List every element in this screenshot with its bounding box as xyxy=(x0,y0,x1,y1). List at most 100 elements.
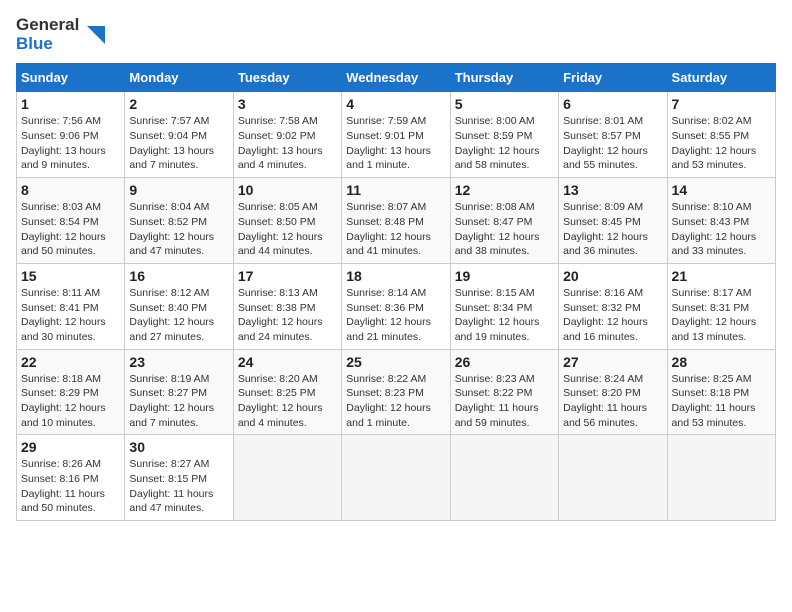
day-info: Sunrise: 8:17 AM Sunset: 8:31 PM Dayligh… xyxy=(672,286,771,345)
day-number: 10 xyxy=(238,182,337,198)
day-info: Sunrise: 8:20 AM Sunset: 8:25 PM Dayligh… xyxy=(238,372,337,431)
day-info: Sunrise: 8:23 AM Sunset: 8:22 PM Dayligh… xyxy=(455,372,554,431)
calendar-cell: 20Sunrise: 8:16 AM Sunset: 8:32 PM Dayli… xyxy=(559,263,667,349)
day-info: Sunrise: 8:11 AM Sunset: 8:41 PM Dayligh… xyxy=(21,286,120,345)
day-info: Sunrise: 7:59 AM Sunset: 9:01 PM Dayligh… xyxy=(346,114,445,173)
day-info: Sunrise: 8:05 AM Sunset: 8:50 PM Dayligh… xyxy=(238,200,337,259)
day-info: Sunrise: 8:14 AM Sunset: 8:36 PM Dayligh… xyxy=(346,286,445,345)
calendar-cell: 16 Sunrise: 8:12 AM Sunset: 8:40 PM Dayli… xyxy=(125,263,233,349)
calendar-day-header: Wednesday xyxy=(342,64,450,92)
calendar-day-header: Thursday xyxy=(450,64,558,92)
calendar-table: SundayMondayTuesdayWednesdayThursdayFrid… xyxy=(16,63,776,521)
day-info: Sunrise: 8:22 AM Sunset: 8:23 PM Dayligh… xyxy=(346,372,445,431)
calendar-cell: 1 Sunrise: 7:56 AM Sunset: 9:06 PM Daylig… xyxy=(17,92,125,178)
calendar-cell xyxy=(450,435,558,521)
calendar-cell: 13 Sunrise: 8:09 AM Sunset: 8:45 PM Dayli… xyxy=(559,178,667,264)
day-info: Sunrise: 8:12 AM Sunset: 8:40 PM Dayligh… xyxy=(129,286,228,345)
day-number: 15 xyxy=(21,268,120,284)
calendar-cell: 28Sunrise: 8:25 AM Sunset: 8:18 PM Dayli… xyxy=(667,349,775,435)
calendar-cell: 12 Sunrise: 8:08 AM Sunset: 8:47 PM Dayli… xyxy=(450,178,558,264)
calendar-cell: 2 Sunrise: 7:57 AM Sunset: 9:04 PM Daylig… xyxy=(125,92,233,178)
calendar-cell: 29 Sunrise: 8:26 AM Sunset: 8:16 PM Dayli… xyxy=(17,435,125,521)
calendar-cell: 21Sunrise: 8:17 AM Sunset: 8:31 PM Dayli… xyxy=(667,263,775,349)
day-info: Sunrise: 8:08 AM Sunset: 8:47 PM Dayligh… xyxy=(455,200,554,259)
day-info: Sunrise: 8:24 AM Sunset: 8:20 PM Dayligh… xyxy=(563,372,662,431)
calendar-cell: 18 Sunrise: 8:14 AM Sunset: 8:36 PM Dayli… xyxy=(342,263,450,349)
calendar-cell: 7 Sunrise: 8:02 AM Sunset: 8:55 PM Daylig… xyxy=(667,92,775,178)
calendar-day-header: Friday xyxy=(559,64,667,92)
calendar-cell: 22 Sunrise: 8:18 AM Sunset: 8:29 PM Dayli… xyxy=(17,349,125,435)
calendar-cell: 3Sunrise: 7:58 AM Sunset: 9:02 PM Daylig… xyxy=(233,92,341,178)
logo-general: General xyxy=(16,15,79,34)
day-info: Sunrise: 8:09 AM Sunset: 8:45 PM Dayligh… xyxy=(563,200,662,259)
logo: General Blue xyxy=(16,16,105,53)
calendar-cell: 19 Sunrise: 8:15 AM Sunset: 8:34 PM Dayli… xyxy=(450,263,558,349)
day-number: 7 xyxy=(672,96,771,112)
day-number: 27 xyxy=(563,354,662,370)
calendar-cell xyxy=(559,435,667,521)
day-number: 13 xyxy=(563,182,662,198)
day-info: Sunrise: 8:26 AM Sunset: 8:16 PM Dayligh… xyxy=(21,457,120,516)
calendar-cell: 24 Sunrise: 8:20 AM Sunset: 8:25 PM Dayli… xyxy=(233,349,341,435)
day-number: 22 xyxy=(21,354,120,370)
calendar-cell: 10 Sunrise: 8:05 AM Sunset: 8:50 PM Dayli… xyxy=(233,178,341,264)
header: General Blue xyxy=(16,16,776,53)
day-number: 1 xyxy=(21,96,120,112)
calendar-cell: 14Sunrise: 8:10 AM Sunset: 8:43 PM Dayli… xyxy=(667,178,775,264)
day-info: Sunrise: 8:25 AM Sunset: 8:18 PM Dayligh… xyxy=(672,372,771,431)
day-info: Sunrise: 8:00 AM Sunset: 8:59 PM Dayligh… xyxy=(455,114,554,173)
calendar-cell: 26 Sunrise: 8:23 AM Sunset: 8:22 PM Dayli… xyxy=(450,349,558,435)
day-number: 26 xyxy=(455,354,554,370)
calendar-day-header: Sunday xyxy=(17,64,125,92)
day-number: 24 xyxy=(238,354,337,370)
day-number: 2 xyxy=(129,96,228,112)
day-number: 11 xyxy=(346,182,445,198)
calendar-cell: 30 Sunrise: 8:27 AM Sunset: 8:15 PM Dayli… xyxy=(125,435,233,521)
day-number: 3 xyxy=(238,96,337,112)
day-info: Sunrise: 8:03 AM Sunset: 8:54 PM Dayligh… xyxy=(21,200,120,259)
calendar-cell: 9 Sunrise: 8:04 AM Sunset: 8:52 PM Daylig… xyxy=(125,178,233,264)
calendar-week-row: 1 Sunrise: 7:56 AM Sunset: 9:06 PM Daylig… xyxy=(17,92,776,178)
calendar-day-header: Monday xyxy=(125,64,233,92)
day-number: 20 xyxy=(563,268,662,284)
day-info: Sunrise: 8:15 AM Sunset: 8:34 PM Dayligh… xyxy=(455,286,554,345)
day-number: 9 xyxy=(129,182,228,198)
calendar-day-header: Tuesday xyxy=(233,64,341,92)
calendar-cell: 17 Sunrise: 8:13 AM Sunset: 8:38 PM Dayli… xyxy=(233,263,341,349)
day-number: 29 xyxy=(21,439,120,455)
day-info: Sunrise: 8:02 AM Sunset: 8:55 PM Dayligh… xyxy=(672,114,771,173)
calendar-header-row: SundayMondayTuesdayWednesdayThursdayFrid… xyxy=(17,64,776,92)
day-info: Sunrise: 8:07 AM Sunset: 8:48 PM Dayligh… xyxy=(346,200,445,259)
day-info: Sunrise: 7:56 AM Sunset: 9:06 PM Dayligh… xyxy=(21,114,120,173)
day-info: Sunrise: 8:19 AM Sunset: 8:27 PM Dayligh… xyxy=(129,372,228,431)
calendar-body: 1 Sunrise: 7:56 AM Sunset: 9:06 PM Daylig… xyxy=(17,92,776,521)
day-number: 8 xyxy=(21,182,120,198)
day-number: 4 xyxy=(346,96,445,112)
calendar-cell: 4 Sunrise: 7:59 AM Sunset: 9:01 PM Daylig… xyxy=(342,92,450,178)
calendar-cell: 25 Sunrise: 8:22 AM Sunset: 8:23 PM Dayli… xyxy=(342,349,450,435)
calendar-cell xyxy=(667,435,775,521)
day-number: 30 xyxy=(129,439,228,455)
day-info: Sunrise: 8:13 AM Sunset: 8:38 PM Dayligh… xyxy=(238,286,337,345)
day-number: 17 xyxy=(238,268,337,284)
day-number: 25 xyxy=(346,354,445,370)
day-info: Sunrise: 7:57 AM Sunset: 9:04 PM Dayligh… xyxy=(129,114,228,173)
day-info: Sunrise: 8:27 AM Sunset: 8:15 PM Dayligh… xyxy=(129,457,228,516)
calendar-day-header: Saturday xyxy=(667,64,775,92)
day-number: 23 xyxy=(129,354,228,370)
day-info: Sunrise: 8:18 AM Sunset: 8:29 PM Dayligh… xyxy=(21,372,120,431)
calendar-cell: 27 Sunrise: 8:24 AM Sunset: 8:20 PM Dayli… xyxy=(559,349,667,435)
day-info: Sunrise: 8:10 AM Sunset: 8:43 PM Dayligh… xyxy=(672,200,771,259)
calendar-cell xyxy=(233,435,341,521)
logo-blue: Blue xyxy=(16,34,53,53)
day-info: Sunrise: 8:04 AM Sunset: 8:52 PM Dayligh… xyxy=(129,200,228,259)
calendar-cell: 5Sunrise: 8:00 AM Sunset: 8:59 PM Daylig… xyxy=(450,92,558,178)
calendar-week-row: 22 Sunrise: 8:18 AM Sunset: 8:29 PM Dayli… xyxy=(17,349,776,435)
day-number: 16 xyxy=(129,268,228,284)
day-number: 12 xyxy=(455,182,554,198)
day-info: Sunrise: 8:01 AM Sunset: 8:57 PM Dayligh… xyxy=(563,114,662,173)
calendar-cell: 11 Sunrise: 8:07 AM Sunset: 8:48 PM Dayli… xyxy=(342,178,450,264)
day-number: 19 xyxy=(455,268,554,284)
calendar-cell: 23 Sunrise: 8:19 AM Sunset: 8:27 PM Dayli… xyxy=(125,349,233,435)
day-number: 18 xyxy=(346,268,445,284)
